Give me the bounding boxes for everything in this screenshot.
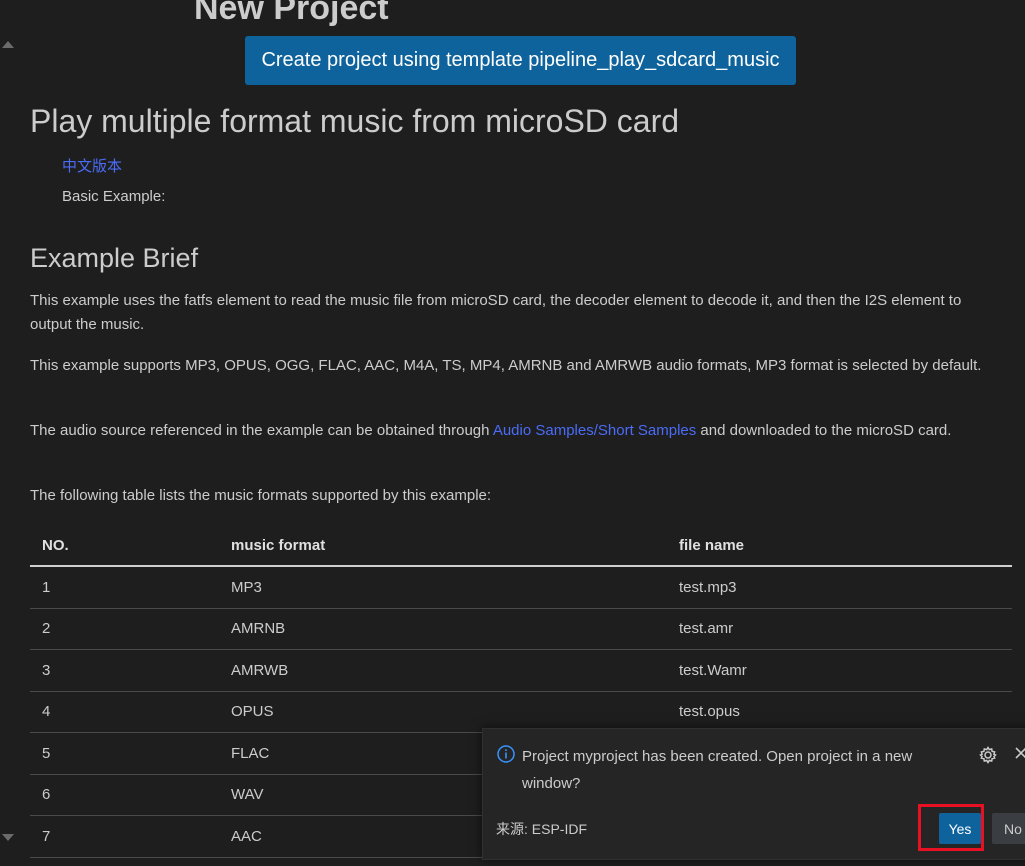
paragraph-2: This example supports MP3, OPUS, OGG, FL… (30, 357, 982, 374)
cell-file: test.Wamr (667, 649, 1012, 692)
table-row: 2 AMRNB test.amr (30, 608, 1012, 650)
cell-no: 7 (30, 815, 219, 858)
notification-message: Project myproject has been created. Open… (522, 748, 913, 792)
cell-format: AMRNB (219, 608, 667, 650)
cell-no: 4 (30, 691, 219, 733)
cell-format: AMRWB (219, 649, 667, 692)
notification-toast: Project myproject has been created. Open… (482, 728, 1025, 860)
cell-file: test.amr (667, 608, 1012, 650)
page-heading: New Project (194, 0, 389, 27)
header-file-name: file name (667, 525, 1012, 567)
table-row: 4 OPUS test.opus (30, 691, 1012, 733)
header-music-format: music format (219, 525, 667, 567)
cell-format: MP3 (219, 566, 667, 609)
table-row: 1 MP3 test.mp3 (30, 566, 1012, 609)
cell-no: 3 (30, 649, 219, 692)
header-no: NO. (30, 525, 219, 567)
section-title-example-brief: Example Brief (30, 243, 199, 273)
scroll-up-arrow-icon[interactable] (2, 41, 14, 48)
cell-format: OPUS (219, 691, 667, 733)
notification-source: 来源: ESP-IDF (496, 821, 588, 837)
cell-file: test.opus (667, 691, 1012, 733)
table-header-row: NO. music format file name (30, 525, 1012, 567)
cell-no: 6 (30, 774, 219, 816)
basic-example-label: Basic Example: (62, 188, 166, 205)
paragraph-1: This example uses the fatfs element to r… (30, 292, 962, 333)
create-project-button[interactable]: Create project using template pipeline_p… (245, 36, 796, 85)
scroll-down-arrow-icon[interactable] (2, 834, 14, 841)
webview-page: New Project Create project using templat… (0, 0, 1025, 866)
cell-no: 1 (30, 566, 219, 609)
gear-icon[interactable] (978, 745, 998, 765)
cell-no: 5 (30, 732, 219, 775)
info-icon (497, 745, 515, 763)
table-row: 3 AMRWB test.Wamr (30, 649, 1012, 692)
paragraph-3-text-before: The audio source referenced in the examp… (30, 422, 493, 439)
paragraph-4: The following table lists the music form… (30, 487, 492, 504)
close-icon[interactable] (1013, 745, 1025, 761)
cell-no: 2 (30, 608, 219, 650)
chinese-version-link[interactable]: 中文版本 (62, 157, 122, 177)
audio-samples-link[interactable]: Audio Samples/Short Samples (493, 422, 696, 439)
yes-button[interactable]: Yes (939, 813, 981, 844)
doc-title: Play multiple format music from microSD … (30, 103, 680, 139)
no-button[interactable]: No (992, 813, 1025, 844)
paragraph-3-text-after: and downloaded to the microSD card. (696, 422, 952, 439)
cell-file: test.mp3 (667, 566, 1012, 609)
paragraph-3: The audio source referenced in the examp… (30, 419, 990, 443)
